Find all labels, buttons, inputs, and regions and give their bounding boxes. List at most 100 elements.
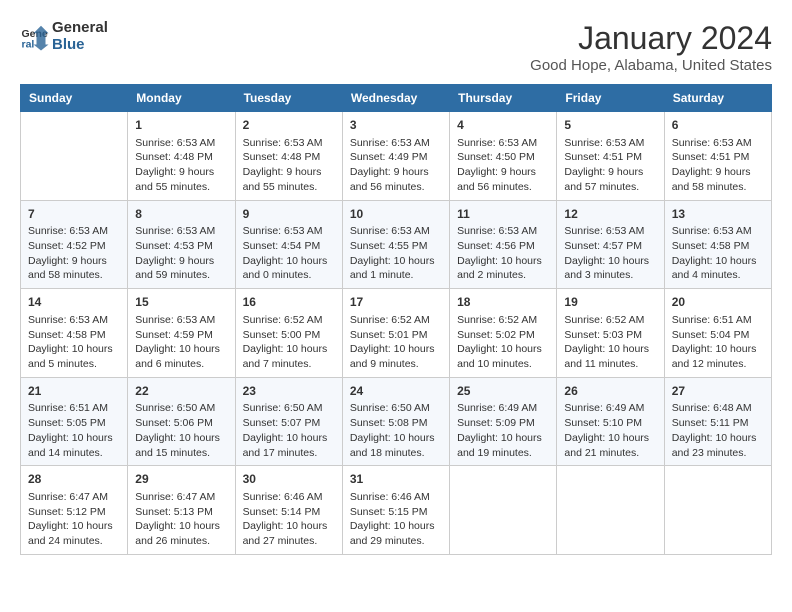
calendar-day-cell: 16Sunrise: 6:52 AMSunset: 5:00 PMDayligh… [235, 289, 342, 378]
day-info-line: Sunrise: 6:53 AM [672, 136, 764, 151]
day-number: 20 [672, 294, 764, 311]
day-number: 8 [135, 206, 227, 223]
day-info-line: Daylight: 9 hours [243, 165, 335, 180]
calendar-day-cell: 4Sunrise: 6:53 AMSunset: 4:50 PMDaylight… [450, 112, 557, 201]
day-info-line: and 29 minutes. [350, 534, 442, 549]
calendar-table: SundayMondayTuesdayWednesdayThursdayFrid… [20, 84, 772, 555]
day-info-line: and 23 minutes. [672, 446, 764, 461]
calendar-day-cell [664, 466, 771, 555]
day-info-line: Sunrise: 6:50 AM [135, 401, 227, 416]
day-info-line: Daylight: 10 hours [672, 254, 764, 269]
day-info-line: Sunset: 5:15 PM [350, 505, 442, 520]
weekday-header-cell: Saturday [664, 85, 771, 112]
day-info-line: Daylight: 9 hours [457, 165, 549, 180]
day-info-line: Daylight: 10 hours [28, 342, 120, 357]
day-info-line: and 6 minutes. [135, 357, 227, 372]
day-number: 29 [135, 471, 227, 488]
day-info-line: Sunset: 4:57 PM [564, 239, 656, 254]
day-info-line: Sunset: 5:10 PM [564, 416, 656, 431]
calendar-day-cell [21, 112, 128, 201]
calendar-day-cell [450, 466, 557, 555]
day-info-line: Daylight: 10 hours [564, 254, 656, 269]
app-logo: Gene ral General Blue [20, 20, 108, 53]
day-number: 11 [457, 206, 549, 223]
day-number: 21 [28, 383, 120, 400]
day-info-line: Daylight: 10 hours [135, 431, 227, 446]
day-number: 26 [564, 383, 656, 400]
day-info-line: Sunrise: 6:53 AM [564, 224, 656, 239]
day-number: 7 [28, 206, 120, 223]
day-info-line: and 1 minute. [350, 268, 442, 283]
day-info-line: and 27 minutes. [243, 534, 335, 549]
day-info-line: and 0 minutes. [243, 268, 335, 283]
day-info-line: Daylight: 9 hours [135, 254, 227, 269]
day-info-line: Sunset: 5:04 PM [672, 328, 764, 343]
day-info-line: and 9 minutes. [350, 357, 442, 372]
day-info-line: Sunset: 4:53 PM [135, 239, 227, 254]
calendar-day-cell: 18Sunrise: 6:52 AMSunset: 5:02 PMDayligh… [450, 289, 557, 378]
day-info-line: Sunrise: 6:47 AM [135, 490, 227, 505]
calendar-day-cell: 24Sunrise: 6:50 AMSunset: 5:08 PMDayligh… [342, 377, 449, 466]
calendar-day-cell: 14Sunrise: 6:53 AMSunset: 4:58 PMDayligh… [21, 289, 128, 378]
calendar-day-cell: 27Sunrise: 6:48 AMSunset: 5:11 PMDayligh… [664, 377, 771, 466]
calendar-day-cell: 12Sunrise: 6:53 AMSunset: 4:57 PMDayligh… [557, 200, 664, 289]
day-number: 25 [457, 383, 549, 400]
calendar-day-cell [557, 466, 664, 555]
calendar-week-row: 28Sunrise: 6:47 AMSunset: 5:12 PMDayligh… [21, 466, 772, 555]
day-info-line: and 26 minutes. [135, 534, 227, 549]
day-number: 4 [457, 117, 549, 134]
day-info-line: Sunset: 5:07 PM [243, 416, 335, 431]
day-info-line: Sunrise: 6:52 AM [457, 313, 549, 328]
logo-blue: Blue [52, 37, 108, 54]
day-info-line: Daylight: 9 hours [135, 165, 227, 180]
calendar-body: 1Sunrise: 6:53 AMSunset: 4:48 PMDaylight… [21, 112, 772, 555]
calendar-week-row: 7Sunrise: 6:53 AMSunset: 4:52 PMDaylight… [21, 200, 772, 289]
calendar-day-cell: 2Sunrise: 6:53 AMSunset: 4:48 PMDaylight… [235, 112, 342, 201]
day-info-line: Sunset: 5:03 PM [564, 328, 656, 343]
day-info-line: Daylight: 10 hours [457, 254, 549, 269]
day-info-line: and 19 minutes. [457, 446, 549, 461]
day-number: 28 [28, 471, 120, 488]
day-info-line: Daylight: 10 hours [350, 431, 442, 446]
calendar-day-cell: 15Sunrise: 6:53 AMSunset: 4:59 PMDayligh… [128, 289, 235, 378]
day-info-line: and 3 minutes. [564, 268, 656, 283]
day-info-line: Sunrise: 6:53 AM [135, 136, 227, 151]
day-info-line: Sunrise: 6:53 AM [457, 136, 549, 151]
day-info-line: and 18 minutes. [350, 446, 442, 461]
day-info-line: Sunrise: 6:51 AM [672, 313, 764, 328]
day-info-line: Sunset: 5:08 PM [350, 416, 442, 431]
day-info-line: Sunrise: 6:53 AM [28, 224, 120, 239]
day-number: 12 [564, 206, 656, 223]
day-info-line: Daylight: 10 hours [350, 254, 442, 269]
calendar-week-row: 1Sunrise: 6:53 AMSunset: 4:48 PMDaylight… [21, 112, 772, 201]
calendar-title: January 2024 [530, 20, 772, 57]
day-info-line: Sunset: 5:14 PM [243, 505, 335, 520]
day-info-line: Daylight: 10 hours [243, 519, 335, 534]
day-info-line: and 58 minutes. [672, 180, 764, 195]
day-info-line: Sunrise: 6:53 AM [243, 136, 335, 151]
weekday-header-cell: Wednesday [342, 85, 449, 112]
calendar-day-cell: 23Sunrise: 6:50 AMSunset: 5:07 PMDayligh… [235, 377, 342, 466]
page-header: Gene ral General Blue January 2024 Good … [20, 20, 772, 74]
day-info-line: and 5 minutes. [28, 357, 120, 372]
day-info-line: Sunrise: 6:53 AM [457, 224, 549, 239]
day-number: 19 [564, 294, 656, 311]
day-info-line: Daylight: 10 hours [135, 342, 227, 357]
day-info-line: Sunrise: 6:53 AM [135, 224, 227, 239]
day-info-line: Sunrise: 6:46 AM [243, 490, 335, 505]
logo-icon: Gene ral [20, 22, 50, 52]
day-info-line: Daylight: 10 hours [350, 342, 442, 357]
day-number: 27 [672, 383, 764, 400]
day-info-line: and 12 minutes. [672, 357, 764, 372]
day-info-line: Sunset: 5:02 PM [457, 328, 549, 343]
calendar-day-cell: 21Sunrise: 6:51 AMSunset: 5:05 PMDayligh… [21, 377, 128, 466]
day-number: 6 [672, 117, 764, 134]
day-info-line: Sunrise: 6:53 AM [564, 136, 656, 151]
day-info-line: Sunrise: 6:49 AM [564, 401, 656, 416]
calendar-day-cell: 6Sunrise: 6:53 AMSunset: 4:51 PMDaylight… [664, 112, 771, 201]
day-info-line: Daylight: 9 hours [28, 254, 120, 269]
day-info-line: and 14 minutes. [28, 446, 120, 461]
day-info-line: Daylight: 10 hours [672, 431, 764, 446]
calendar-day-cell: 3Sunrise: 6:53 AMSunset: 4:49 PMDaylight… [342, 112, 449, 201]
day-info-line: Sunrise: 6:53 AM [350, 136, 442, 151]
